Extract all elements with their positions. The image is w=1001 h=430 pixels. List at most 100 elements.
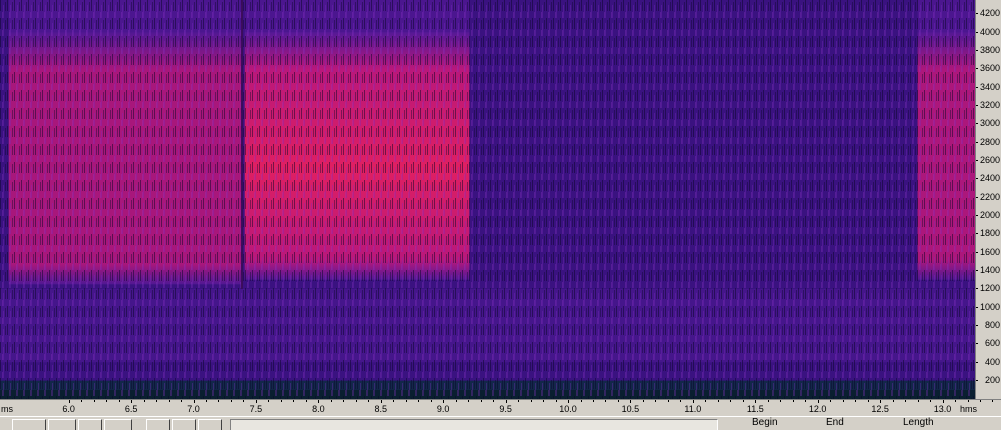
- status-button-3[interactable]: [78, 419, 102, 430]
- time-minor-tick: [243, 400, 245, 402]
- time-tick-label: 10.5: [621, 404, 640, 414]
- time-minor-tick: [81, 400, 83, 402]
- time-minor-tick: [181, 400, 183, 402]
- status-message-field: [230, 419, 718, 430]
- time-minor-tick: [955, 400, 957, 402]
- time-tick-mark: [755, 400, 757, 403]
- time-minor-tick: [330, 400, 332, 402]
- time-minor-tick: [742, 400, 744, 402]
- status-button-5[interactable]: [146, 419, 170, 430]
- time-minor-tick: [667, 400, 669, 402]
- time-unit-right: hms: [960, 404, 978, 414]
- time-minor-tick: [917, 400, 919, 402]
- time-minor-tick: [518, 400, 520, 402]
- time-minor-tick: [580, 400, 582, 402]
- freq-tick-label: 4000: [976, 27, 1001, 38]
- time-minor-tick: [430, 400, 432, 402]
- status-button-4[interactable]: [104, 419, 132, 430]
- freq-tick-label: 2400: [976, 173, 1001, 184]
- time-minor-tick: [642, 400, 644, 402]
- freq-tick-label: 2800: [976, 137, 1001, 148]
- time-minor-tick: [705, 400, 707, 402]
- time-tick-mark: [692, 400, 694, 403]
- time-minor-tick: [717, 400, 719, 402]
- freq-tick-label: 200: [976, 375, 1001, 386]
- time-minor-tick: [655, 400, 657, 402]
- freq-tick-label: 2000: [976, 210, 1001, 221]
- length-label: Length: [903, 417, 934, 428]
- time-minor-tick: [305, 400, 307, 402]
- time-tick-mark: [942, 400, 944, 403]
- time-tick-label: 7.5: [249, 404, 263, 414]
- spectral-editor-window: 4200 4000 3800 3600 3400 3200 3000 2800 2600 2400…: [0, 0, 1001, 430]
- time-tick-label: 11.5: [746, 404, 764, 414]
- time-minor-tick: [905, 400, 907, 402]
- time-tick-mark: [68, 400, 70, 403]
- time-tick-mark: [255, 400, 257, 403]
- noise-texture: [0, 0, 975, 399]
- time-minor-tick: [792, 400, 794, 402]
- status-bar: Begin End Length: [0, 416, 1001, 430]
- time-minor-tick: [992, 400, 994, 402]
- time-minor-tick: [118, 400, 120, 402]
- time-minor-tick: [368, 400, 370, 402]
- time-tick-mark: [131, 400, 133, 403]
- time-tick-mark: [380, 400, 382, 403]
- freq-tick-label: 1600: [976, 247, 1001, 258]
- time-minor-tick: [268, 400, 270, 402]
- freq-tick-label: 800: [976, 320, 1001, 331]
- time-minor-tick: [468, 400, 470, 402]
- time-minor-tick: [830, 400, 832, 402]
- frequency-ruler: 4200 4000 3800 3600 3400 3200 3000 2800 2600 2400…: [975, 0, 1001, 399]
- freq-tick-label: 600: [976, 338, 1001, 349]
- time-minor-tick: [355, 400, 357, 402]
- time-minor-tick: [892, 400, 894, 402]
- spectrogram-canvas[interactable]: [0, 0, 975, 399]
- time-minor-tick: [230, 400, 232, 402]
- time-minor-tick: [867, 400, 869, 402]
- time-minor-tick: [855, 400, 857, 402]
- time-tick-mark: [880, 400, 882, 403]
- time-minor-tick: [967, 400, 969, 402]
- time-tick-label: 9.5: [499, 404, 512, 414]
- time-unit-left: ms: [1, 404, 13, 414]
- time-minor-tick: [605, 400, 607, 402]
- time-minor-tick: [293, 400, 295, 402]
- time-minor-tick: [805, 400, 807, 402]
- time-minor-tick: [168, 400, 170, 402]
- freq-tick-label: 400: [976, 357, 1001, 368]
- end-label: End: [826, 417, 844, 428]
- status-button-2[interactable]: [48, 419, 76, 430]
- time-minor-tick: [106, 400, 108, 402]
- freq-tick-label: 3000: [976, 118, 1001, 129]
- time-minor-tick: [543, 400, 545, 402]
- time-tick-label: 9.0: [436, 404, 450, 414]
- spectrogram-view[interactable]: [0, 0, 975, 399]
- status-button-7[interactable]: [198, 419, 222, 430]
- freq-tick-label: 1400: [976, 265, 1001, 276]
- time-minor-tick: [280, 400, 282, 402]
- time-minor-tick: [555, 400, 557, 402]
- freq-tick-label: 2600: [976, 155, 1001, 166]
- segment-gap-line: [240, 0, 243, 289]
- time-tick-mark: [318, 400, 320, 403]
- time-tick-mark: [505, 400, 507, 403]
- freq-tick-label: 2200: [976, 192, 1001, 203]
- time-ruler[interactable]: ms hms 6.0 6.5 7.0 7.5 8.0 8.5 9.0 9.5 10.0 10.5 1…: [0, 399, 1001, 416]
- time-minor-tick: [143, 400, 145, 402]
- time-tick-mark: [443, 400, 445, 403]
- time-tick-label: 11.0: [684, 404, 702, 414]
- status-button-6[interactable]: [172, 419, 196, 430]
- time-minor-tick: [730, 400, 732, 402]
- time-tick-label: 10.0: [559, 404, 577, 414]
- time-minor-tick: [493, 400, 495, 402]
- time-tick-mark: [568, 400, 570, 403]
- time-tick-label: 8.0: [312, 404, 325, 414]
- time-minor-tick: [617, 400, 619, 402]
- time-minor-tick: [393, 400, 395, 402]
- time-minor-tick: [979, 400, 981, 402]
- time-minor-tick: [205, 400, 207, 402]
- status-button-1[interactable]: [12, 419, 46, 430]
- time-tick-mark: [193, 400, 195, 403]
- time-minor-tick: [780, 400, 782, 402]
